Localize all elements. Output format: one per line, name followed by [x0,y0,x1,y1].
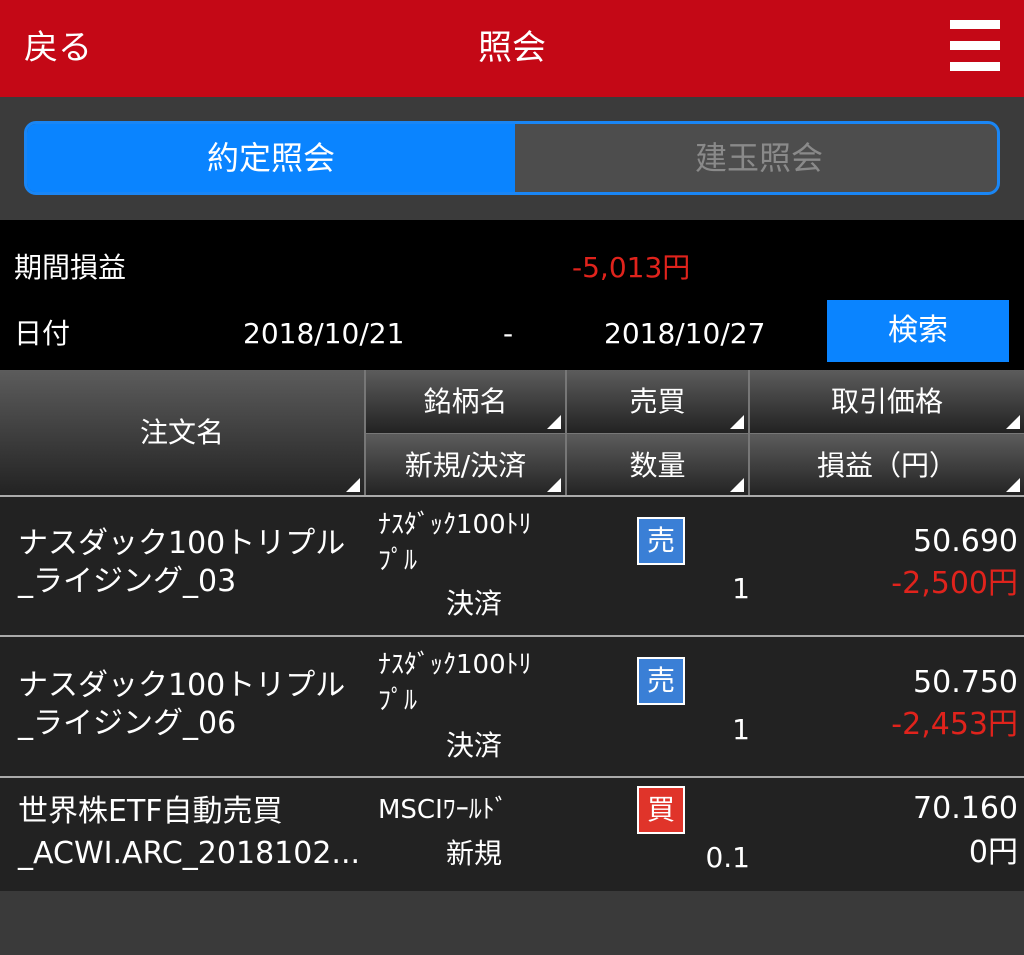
column-header-price[interactable]: 取引価格 [750,370,1024,433]
new-close-value: 決済 [446,587,503,620]
column-header-new-close[interactable]: 新規/決済 [366,433,567,496]
tab-bar-area: 約定照会 建玉照会 [0,97,1024,220]
sort-triangle-icon [1006,478,1020,492]
symbol-line1: MSCIﾜｰﾙﾄﾞ [378,795,508,825]
segmented-control: 約定照会 建玉照会 [24,121,1000,195]
tab-positions[interactable]: 建玉照会 [515,124,997,192]
symbol-line2: ﾌﾟﾙ [378,546,418,576]
column-header-label: 注文名 [139,416,224,449]
order-name-line1: 世界株ETF自動売買 [18,794,283,829]
search-button[interactable]: 検索 [827,300,1009,362]
column-header-label: 損益（円） [816,449,957,482]
quantity-value: 0.1 [705,841,750,874]
table-row[interactable]: ナスダック100トリプル _ライジング_06 ﾅｽﾀﾞｯｸ100ﾄﾘ ﾌﾟﾙ 決… [0,637,1024,776]
period-pl-label: 期間損益 [14,251,127,284]
symbol-line2: ﾌﾟﾙ [378,686,418,716]
date-to[interactable]: 2018/10/27 [604,316,765,352]
order-name-line2: _ライジング_03 [18,564,237,599]
page-title: 照会 [478,28,546,68]
side-badge: 買 [637,786,685,834]
column-header-quantity[interactable]: 数量 [567,433,750,496]
quantity-value: 1 [732,572,750,605]
sort-triangle-icon [730,478,744,492]
column-header-pl[interactable]: 損益（円） [750,433,1024,496]
side-badge: 売 [637,517,685,565]
symbol-line1: ﾅｽﾀﾞｯｸ100ﾄﾘ [378,650,532,680]
column-header-symbol[interactable]: 銘柄名 [366,370,567,433]
period-pl-value: -5,013円 [572,251,691,284]
column-header-label: 売買 [629,385,686,418]
column-header-label: 新規/決済 [404,449,527,482]
column-header-side[interactable]: 売買 [567,370,750,433]
new-close-value: 決済 [446,729,503,762]
quantity-value: 1 [732,713,750,746]
sort-triangle-icon [547,415,561,429]
trade-price: 50.750 [913,665,1018,700]
new-close-value: 新規 [446,837,503,870]
table-row[interactable]: ナスダック100トリプル _ライジング_03 ﾅｽﾀﾞｯｸ100ﾄﾘ ﾌﾟﾙ 決… [0,497,1024,635]
symbol-line1: ﾅｽﾀﾞｯｸ100ﾄﾘ [378,510,532,540]
order-name-line1: ナスダック100トリプル [18,668,346,703]
tab-executions[interactable]: 約定照会 [27,124,515,192]
hamburger-menu-icon[interactable] [950,20,1000,72]
app-header: 戻る 照会 [0,0,1024,97]
summary-panel: 期間損益 -5,013円 日付 2018/10/21 - 2018/10/27 … [0,220,1024,370]
profit-loss: -2,453円 [891,707,1018,742]
date-separator: - [503,317,514,350]
column-header-order-name[interactable]: 注文名 [0,370,366,496]
sort-triangle-icon [547,478,561,492]
order-name-line2: _ライジング_06 [18,706,237,741]
date-from[interactable]: 2018/10/21 [243,316,404,352]
date-label: 日付 [14,317,71,350]
profit-loss: 0円 [968,835,1018,870]
column-header-label: 数量 [629,449,686,482]
sort-triangle-icon [346,478,360,492]
order-name-line1: ナスダック100トリプル [18,526,346,561]
table-header: 注文名 銘柄名 売買 取引価格 新規/決済 数量 損益（円） [0,370,1024,496]
sort-triangle-icon [730,415,744,429]
trade-price: 50.690 [913,524,1018,559]
side-badge: 売 [637,657,685,705]
table-row[interactable]: 世界株ETF自動売買 _ACWI.ARC_2018102... MSCIﾜｰﾙﾄ… [0,778,1024,891]
column-header-label: 取引価格 [830,385,943,418]
profit-loss: -2,500円 [891,566,1018,601]
order-name-line2: _ACWI.ARC_2018102... [18,836,361,871]
sort-triangle-icon [1006,415,1020,429]
column-header-label: 銘柄名 [423,385,508,418]
trade-price: 70.160 [913,791,1018,826]
